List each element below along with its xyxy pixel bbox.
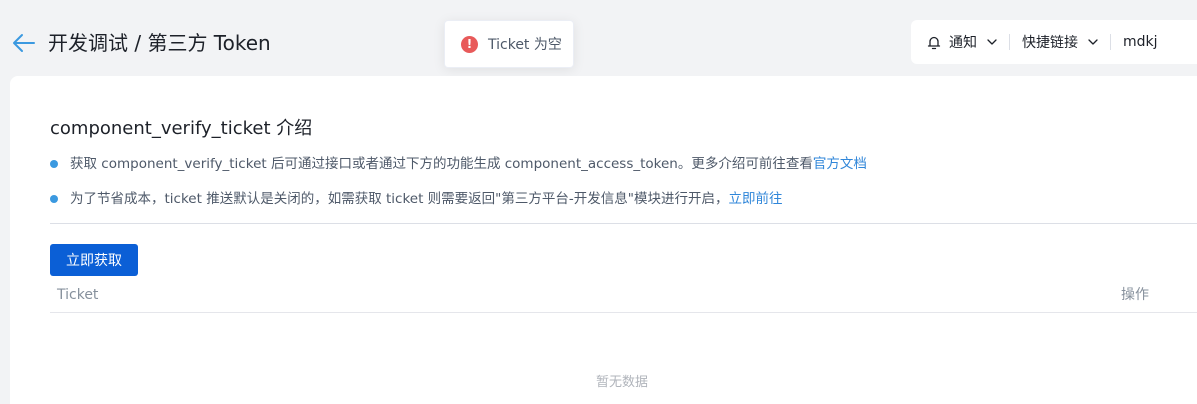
intro-text-1: 获取 component_verify_ticket 后可通过接口或者通过下方的… xyxy=(70,156,813,172)
toolbar-divider xyxy=(1110,34,1111,50)
chevron-down-icon xyxy=(987,39,997,45)
intro-text-2: 为了节省成本，ticket 推送默认是关闭的，如需获取 ticket 则需要返回… xyxy=(70,191,729,207)
quicklinks-dropdown[interactable]: 快捷链接 xyxy=(1022,32,1098,52)
user-menu[interactable]: mdkj xyxy=(1123,34,1158,50)
empty-state-text: 暂无数据 xyxy=(596,375,649,390)
intro-line-1: 获取 component_verify_ticket 后可通过接口或者通过下方的… xyxy=(50,154,867,174)
page-title: 开发调试 / 第三方 Token xyxy=(48,31,271,55)
toast-message: Ticket 为空 xyxy=(488,37,562,53)
column-header-ticket: Ticket xyxy=(57,287,99,303)
notify-dropdown[interactable]: 通知 xyxy=(927,32,997,52)
intro-line-2: 为了节省成本，ticket 推送默认是关闭的，如需获取 ticket 则需要返回… xyxy=(50,189,782,209)
column-header-action: 操作 xyxy=(1121,287,1149,303)
section-divider xyxy=(50,223,1197,224)
main-card: component_verify_ticket 介绍 获取 component_… xyxy=(10,76,1197,404)
error-toast: ! Ticket 为空 xyxy=(444,20,574,68)
go-now-link[interactable]: 立即前往 xyxy=(728,189,782,209)
error-icon: ! xyxy=(461,35,478,53)
table-header-divider xyxy=(50,312,1197,313)
fetch-now-button[interactable]: 立即获取 xyxy=(50,244,138,276)
bullet-dot xyxy=(50,195,58,203)
back-arrow-icon[interactable] xyxy=(12,33,36,53)
notify-label: 通知 xyxy=(949,35,977,51)
page: 开发调试 / 第三方 Token ! Ticket 为空 通知 快捷链接 mdk… xyxy=(0,0,1197,404)
toolbar-divider xyxy=(1009,34,1010,50)
top-toolbar: 通知 快捷链接 mdkj xyxy=(911,20,1197,64)
bullet-dot xyxy=(50,160,58,168)
official-docs-link[interactable]: 官方文档 xyxy=(813,154,867,174)
section-title: component_verify_ticket 介绍 xyxy=(50,118,313,139)
chevron-down-icon xyxy=(1088,39,1098,45)
quicklinks-label: 快捷链接 xyxy=(1022,35,1078,51)
bell-icon xyxy=(927,36,941,49)
user-name: mdkj xyxy=(1123,34,1158,50)
